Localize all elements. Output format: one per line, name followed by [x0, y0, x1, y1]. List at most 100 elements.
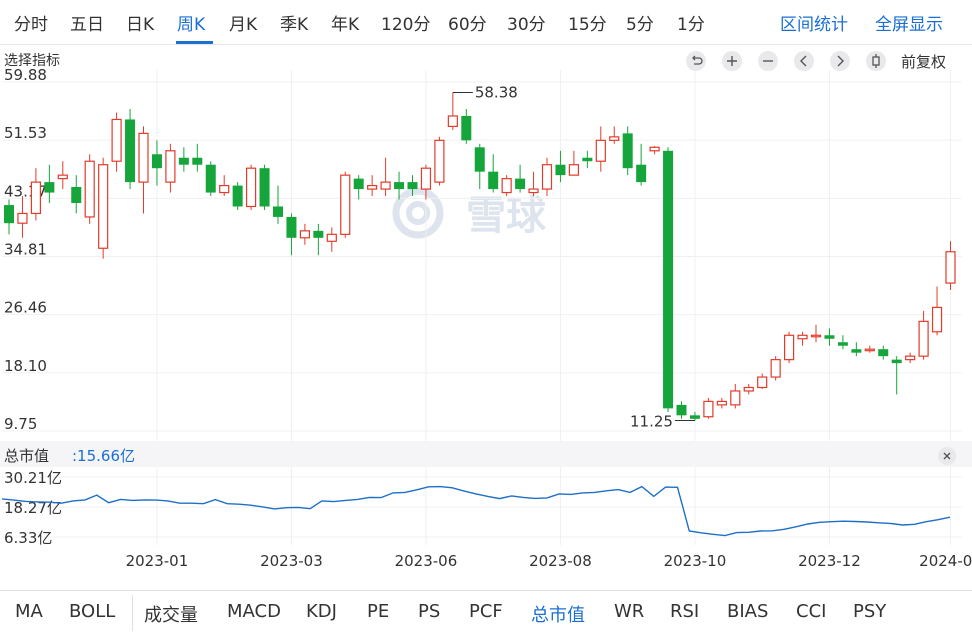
candle-body: [151, 154, 162, 169]
market-cap-label: 总市值: [4, 447, 50, 465]
candle: [111, 112, 122, 172]
tab-boll[interactable]: BOLL: [69, 601, 115, 622]
candle-body: [649, 146, 660, 152]
candle-body: [837, 342, 848, 346]
tab-15min[interactable]: 15分: [568, 10, 607, 35]
tab-yearly-k[interactable]: 年K: [331, 10, 359, 35]
tab-5min[interactable]: 5分: [626, 10, 654, 35]
tab-120min[interactable]: 120分: [381, 10, 430, 35]
candle-body: [515, 178, 526, 190]
candle-body: [205, 164, 216, 193]
candle-body: [286, 216, 297, 238]
tab-ma[interactable]: MA: [15, 601, 43, 622]
candle: [582, 150, 593, 169]
candle: [663, 147, 674, 412]
tab-ps[interactable]: PS: [418, 601, 440, 622]
tab-psy[interactable]: PSY: [853, 601, 886, 622]
zoom-out-icon[interactable]: [758, 51, 778, 71]
candle-body: [178, 157, 189, 165]
candle: [770, 356, 781, 381]
candle: [447, 92, 458, 130]
tab-1min[interactable]: 1分: [677, 10, 705, 35]
candle: [851, 342, 862, 357]
candle: [649, 145, 660, 155]
candle-body: [541, 164, 553, 190]
chevron-left-icon[interactable]: [794, 51, 814, 71]
candle-body: [864, 348, 875, 352]
forward-adjust-button[interactable]: 前复权: [901, 51, 946, 72]
candle-body: [259, 168, 270, 207]
tab-kdj[interactable]: KDJ: [306, 601, 337, 622]
fullscreen-link[interactable]: 全屏显示: [875, 10, 943, 35]
chevron-right-icon[interactable]: [830, 51, 850, 71]
tab-pe[interactable]: PE: [367, 601, 389, 622]
candle: [743, 384, 754, 395]
tab-bias[interactable]: BIAS: [727, 601, 768, 622]
indicator-tabs: MA BOLL 成交量 MACD KDJ PE PS PCF 总市值 WR RS…: [0, 590, 972, 635]
annotation-label: 11.25: [630, 413, 673, 431]
candle-body: [367, 184, 378, 190]
mcap-tick-label: 6.33亿: [4, 529, 52, 547]
candle-body: [84, 160, 95, 218]
tab-pcf[interactable]: PCF: [469, 601, 503, 622]
range-stats-link[interactable]: 区间统计: [780, 10, 848, 35]
candle-body: [57, 174, 68, 180]
candle-body: [461, 115, 472, 141]
tab-rsi[interactable]: RSI: [670, 601, 699, 622]
candle-body: [663, 150, 674, 409]
candle-body: [380, 181, 391, 190]
candle-body: [138, 132, 149, 183]
tab-30min[interactable]: 30分: [507, 10, 546, 35]
candle: [4, 199, 14, 235]
candle: [192, 143, 203, 172]
tab-cci[interactable]: CCI: [796, 601, 826, 622]
candle: [878, 345, 889, 360]
candle: [340, 171, 351, 238]
candle: [931, 286, 943, 336]
candle-body: [313, 230, 324, 238]
candle-body: [851, 349, 862, 353]
tab-quarterly-k[interactable]: 季K: [280, 10, 308, 35]
candle-body: [878, 349, 889, 357]
candle: [138, 126, 149, 214]
candle: [528, 171, 539, 197]
zoom-in-icon[interactable]: [722, 51, 742, 71]
candle: [367, 175, 378, 197]
candle-body: [931, 306, 943, 333]
x-tick-label: 2023-06: [395, 552, 458, 570]
indicator-selector-label[interactable]: 选择指标: [4, 50, 60, 70]
candle-body: [394, 182, 405, 190]
candle-body: [568, 164, 580, 176]
tab-five-day[interactable]: 五日: [70, 10, 104, 35]
price-tick-label: 26.46: [4, 299, 47, 317]
candle: [622, 126, 633, 176]
tab-timeshare[interactable]: 分时: [14, 10, 48, 35]
tab-weekly-k[interactable]: 周K: [177, 10, 205, 35]
x-tick-label: 2023-03: [260, 552, 323, 570]
mcap-grid: 30.21亿18.27亿6.33亿: [0, 441, 972, 547]
candle: [57, 161, 68, 190]
tab-60min[interactable]: 60分: [448, 10, 487, 35]
candle-body: [420, 167, 432, 190]
candle-icon[interactable]: [866, 51, 886, 71]
price-tick-label: 34.81: [4, 241, 47, 259]
undo-icon[interactable]: [686, 51, 706, 71]
candle: [541, 157, 553, 197]
candle: [178, 147, 189, 172]
candle-body: [945, 251, 956, 284]
tab-wr[interactable]: WR: [614, 601, 644, 622]
candle: [568, 150, 580, 176]
candle: [299, 223, 310, 245]
close-icon[interactable]: [938, 447, 956, 465]
candle: [555, 150, 566, 183]
tab-macd[interactable]: MACD: [227, 601, 281, 622]
candle: [273, 185, 283, 224]
tab-daily-k[interactable]: 日K: [126, 10, 154, 35]
tab-market-cap[interactable]: 总市值: [531, 601, 585, 627]
candle-body: [340, 174, 351, 235]
tab-monthly-k[interactable]: 月K: [229, 10, 257, 35]
x-tick-label: 2023-08: [529, 552, 592, 570]
tab-volume[interactable]: 成交量: [144, 601, 198, 627]
candle: [219, 175, 230, 197]
candle: [918, 310, 929, 360]
